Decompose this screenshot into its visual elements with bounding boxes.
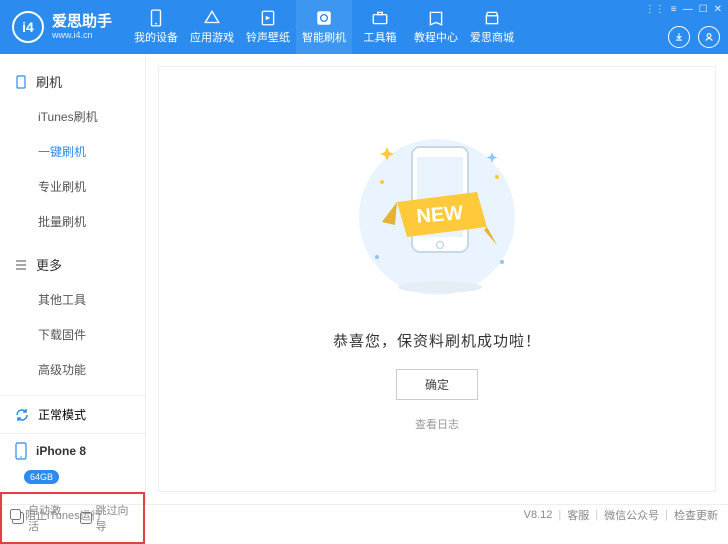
sidebar-item-other-tools[interactable]: 其他工具 <box>0 282 145 317</box>
device-name: iPhone 8 <box>36 444 86 458</box>
storage-badge: 64GB <box>24 470 59 484</box>
ok-button[interactable]: 确定 <box>396 369 478 400</box>
device-indicator[interactable]: iPhone 8 <box>0 434 145 468</box>
refresh-icon <box>14 407 30 423</box>
sidebar-group-more[interactable]: 更多 <box>0 247 145 282</box>
mode-label: 正常模式 <box>38 406 86 423</box>
nav-tutorials[interactable]: 教程中心 <box>408 0 464 54</box>
nav-apps[interactable]: 应用游戏 <box>184 0 240 54</box>
music-icon <box>259 9 277 27</box>
view-log-link[interactable]: 查看日志 <box>415 416 459 432</box>
nav-ringtones[interactable]: 铃声壁纸 <box>240 0 296 54</box>
user-button[interactable] <box>698 26 720 48</box>
app-name: 爱思助手 <box>52 14 112 31</box>
sidebar-item-pro-flash[interactable]: 专业刷机 <box>0 169 145 204</box>
flash-icon <box>315 9 333 27</box>
main-panel: NEW 恭喜您，保资料刷机成功啦！ 确定 查看日志 <box>158 66 716 492</box>
nav-label: 我的设备 <box>134 29 178 45</box>
nav-label: 铃声壁纸 <box>246 29 290 45</box>
minimize-icon[interactable]: — <box>683 4 693 15</box>
sidebar-group-flash[interactable]: 刷机 <box>0 64 145 99</box>
top-nav: 我的设备 应用游戏 铃声壁纸 智能刷机 工具箱 教程中心 爱思商城 <box>128 0 520 54</box>
nav-my-device[interactable]: 我的设备 <box>128 0 184 54</box>
support-link[interactable]: 客服 <box>567 507 589 523</box>
app-url: www.i4.cn <box>52 30 112 40</box>
block-itunes-checkbox[interactable]: 阻止iTunes运行 <box>10 507 102 523</box>
store-icon <box>483 9 501 27</box>
nav-store[interactable]: 爱思商城 <box>464 0 520 54</box>
list-icon <box>14 258 28 272</box>
nav-label: 爱思商城 <box>470 29 514 45</box>
group-title: 刷机 <box>36 72 62 91</box>
checkbox-label: 阻止iTunes运行 <box>25 507 102 523</box>
success-illustration: NEW <box>337 127 537 310</box>
sidebar: 刷机 iTunes刷机 一键刷机 专业刷机 批量刷机 更多 其他工具 下载固件 … <box>0 54 146 504</box>
window-controls: ⋮⋮ ≡ — ☐ ✕ <box>645 4 722 15</box>
nav-label: 应用游戏 <box>190 29 234 45</box>
version-label: V8.12 <box>524 509 553 521</box>
nav-label: 智能刷机 <box>302 29 346 45</box>
success-message: 恭喜您，保资料刷机成功啦！ <box>333 330 541 351</box>
mode-indicator[interactable]: 正常模式 <box>0 396 145 434</box>
book-icon <box>427 9 445 27</box>
sidebar-item-download-fw[interactable]: 下载固件 <box>0 317 145 352</box>
download-button[interactable] <box>668 26 690 48</box>
settings-icon[interactable]: ≡ <box>671 4 677 15</box>
logo-icon: i4 <box>12 11 44 43</box>
nav-flash[interactable]: 智能刷机 <box>296 0 352 54</box>
sidebar-item-itunes-flash[interactable]: iTunes刷机 <box>0 99 145 134</box>
app-header: i4 爱思助手 www.i4.cn 我的设备 应用游戏 铃声壁纸 智能刷机 工具… <box>0 0 728 54</box>
new-banner-text: NEW <box>416 202 465 228</box>
phone-icon <box>147 9 165 27</box>
menu-dots-icon[interactable]: ⋮⋮ <box>645 4 665 15</box>
toolbox-icon <box>371 9 389 27</box>
apps-icon <box>203 9 221 27</box>
update-link[interactable]: 检查更新 <box>674 507 718 523</box>
sidebar-item-onekey-flash[interactable]: 一键刷机 <box>0 134 145 169</box>
maximize-icon[interactable]: ☐ <box>699 4 708 15</box>
sidebar-item-batch-flash[interactable]: 批量刷机 <box>0 204 145 239</box>
sidebar-item-advanced[interactable]: 高级功能 <box>0 352 145 387</box>
close-icon[interactable]: ✕ <box>714 4 722 15</box>
phone-small-icon <box>14 75 28 89</box>
device-icon <box>14 442 28 460</box>
wechat-link[interactable]: 微信公众号 <box>604 507 659 523</box>
nav-label: 教程中心 <box>414 29 458 45</box>
app-logo: i4 爱思助手 www.i4.cn <box>0 11 124 43</box>
nav-label: 工具箱 <box>364 29 397 45</box>
group-title: 更多 <box>36 255 62 274</box>
nav-toolbox[interactable]: 工具箱 <box>352 0 408 54</box>
